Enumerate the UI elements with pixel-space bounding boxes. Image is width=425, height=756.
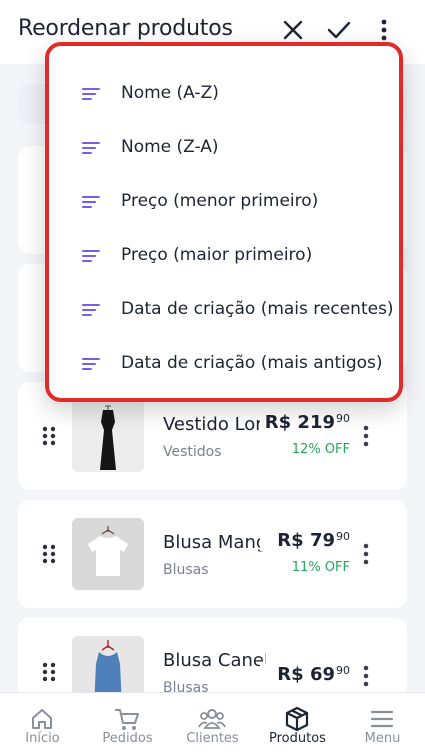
sort-lines-icon xyxy=(82,88,100,100)
sort-option-name-desc[interactable]: Nome (Z-A) xyxy=(57,122,395,176)
discount-badge: 12% OFF xyxy=(291,442,350,457)
sort-option-label: Preço (maior primeiro) xyxy=(121,245,313,265)
product-category: Blusas xyxy=(163,562,209,578)
price-main: R$ 69 xyxy=(277,664,335,685)
sort-menu: Nome (A-Z) Nome (Z-A) Preço (menor prime… xyxy=(45,42,403,402)
nav-label: Clientes xyxy=(186,731,239,746)
nav-label: Pedidos xyxy=(102,731,153,746)
sort-option-label: Data de criação (mais recentes) xyxy=(121,299,394,319)
sort-option-label: Data de criação (mais antigos) xyxy=(121,353,383,373)
sort-lines-icon xyxy=(82,196,100,208)
hamburger-icon xyxy=(370,710,394,728)
nav-item-menu[interactable]: Menu xyxy=(340,693,425,756)
sort-lines-icon xyxy=(82,358,100,370)
drag-handle-icon[interactable] xyxy=(42,544,56,564)
nav-item-inicio[interactable]: Início xyxy=(0,693,85,756)
cart-icon xyxy=(115,709,139,730)
nav-label: Produtos xyxy=(269,731,326,746)
price-cents: 90 xyxy=(336,530,350,543)
product-image-dress xyxy=(72,400,144,472)
price-cents: 90 xyxy=(336,412,350,425)
more-vertical-icon[interactable] xyxy=(358,540,374,568)
box-icon xyxy=(285,706,309,732)
product-price: R$ 7990 xyxy=(260,530,350,551)
sort-option-date-oldest[interactable]: Data de criação (mais antigos) xyxy=(57,338,395,392)
sort-option-label: Nome (A-Z) xyxy=(121,83,219,103)
page-title: Reordenar produtos xyxy=(18,16,233,41)
price-main: R$ 79 xyxy=(277,530,335,551)
drag-handle-icon[interactable] xyxy=(42,662,56,682)
nav-label: Menu xyxy=(364,731,401,746)
discount-badge: 11% OFF xyxy=(291,560,350,575)
more-vertical-icon xyxy=(381,19,387,41)
product-name: Blusa Manga xyxy=(163,532,266,553)
sort-option-date-newest[interactable]: Data de criação (mais recentes) xyxy=(57,284,395,338)
product-name: Vestido Lor xyxy=(163,414,263,435)
sort-option-name-asc[interactable]: Nome (A-Z) xyxy=(57,68,395,122)
sort-option-label: Preço (menor primeiro) xyxy=(121,191,319,211)
close-icon xyxy=(283,20,303,40)
sort-lines-icon xyxy=(82,304,100,316)
product-price: R$ 21990 xyxy=(260,412,350,433)
nav-item-produtos[interactable]: Produtos xyxy=(255,693,340,756)
nav-item-clientes[interactable]: Clientes xyxy=(170,693,255,756)
product-image-blouse xyxy=(72,518,144,590)
sort-lines-icon xyxy=(82,142,100,154)
bottom-navigation: Início Pedidos Clientes Produtos Menu xyxy=(0,692,425,756)
product-price: R$ 6990 xyxy=(260,664,350,685)
home-icon xyxy=(32,709,52,729)
sort-option-label: Nome (Z-A) xyxy=(121,137,219,157)
more-vertical-icon[interactable] xyxy=(358,662,374,690)
check-icon xyxy=(327,21,351,39)
product-name: Blusa Canela xyxy=(163,650,266,671)
price-cents: 90 xyxy=(336,664,350,677)
sort-lines-icon xyxy=(82,250,100,262)
product-card[interactable]: Blusa Manga Blusas R$ 7990 11% OFF xyxy=(18,500,407,608)
sort-option-price-desc[interactable]: Preço (maior primeiro) xyxy=(57,230,395,284)
nav-item-pedidos[interactable]: Pedidos xyxy=(85,693,170,756)
users-icon xyxy=(198,709,226,729)
more-vertical-icon[interactable] xyxy=(358,422,374,450)
nav-label: Início xyxy=(25,731,60,746)
product-category: Vestidos xyxy=(163,444,222,460)
sort-option-price-asc[interactable]: Preço (menor primeiro) xyxy=(57,176,395,230)
drag-handle-icon[interactable] xyxy=(42,426,56,446)
price-main: R$ 219 xyxy=(264,412,335,433)
